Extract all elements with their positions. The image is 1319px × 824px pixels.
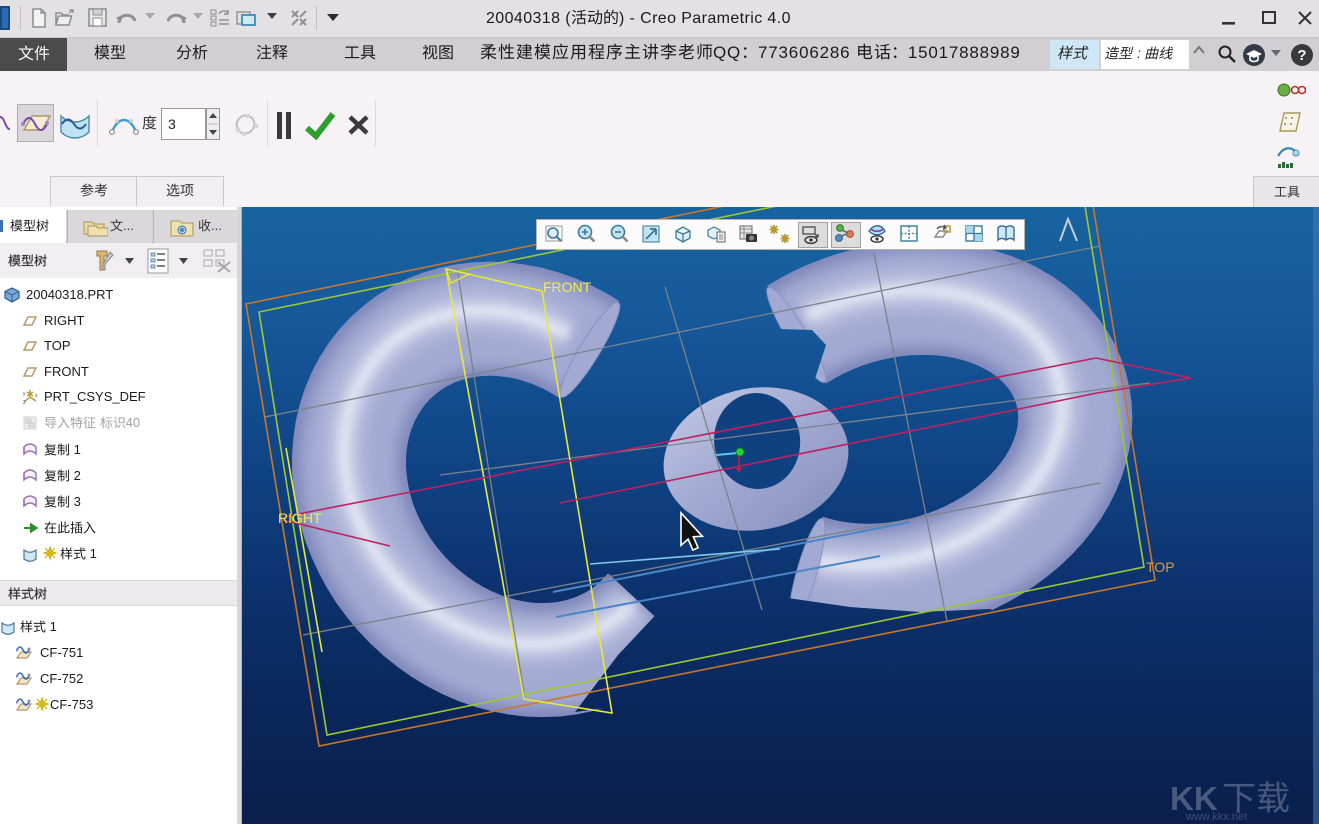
svg-text:FRONT: FRONT <box>543 279 592 295</box>
svg-text:www.kkx.net: www.kkx.net <box>1185 811 1247 823</box>
svg-text:?: ? <box>1297 47 1306 64</box>
svg-text:TOP: TOP <box>1146 559 1175 575</box>
svg-text:x: x <box>35 393 38 399</box>
svg-text:y: y <box>23 391 26 397</box>
svg-text:RIGHT: RIGHT <box>278 510 322 526</box>
svg-text:2: 2 <box>23 400 26 405</box>
